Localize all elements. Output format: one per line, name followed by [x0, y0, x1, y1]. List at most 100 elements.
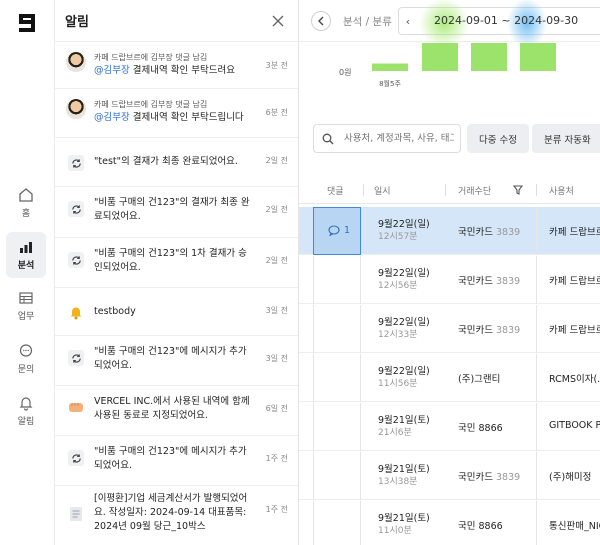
table-row[interactable]: 1 9월22일(일) 12시57분 국민카드 3839 카페 드랍브르 — [299, 207, 600, 255]
table-row[interactable]: 9월22일(일) 11시56분 (주)그랜티 RCMS이자(... — [299, 354, 600, 402]
filter-row: 다중 수정 분류 자동화 — [299, 124, 600, 154]
notification-item[interactable]: "비품 구매의 건123"에 메시지가 추가되었어요. 1주 전 — [55, 436, 298, 486]
reply-cell[interactable] — [313, 403, 361, 451]
table-row[interactable]: 9월22일(일) 12시56분 국민카드 3839 카페 드랍브르 — [299, 256, 600, 304]
sidebar-item-label: 업무 — [17, 312, 35, 322]
logo[interactable] — [14, 10, 40, 36]
merchant-cell: 카페 드랍브르 — [549, 325, 600, 336]
chart-bar[interactable] — [422, 43, 458, 71]
reply-cell[interactable] — [313, 256, 361, 304]
table-row[interactable]: 9월22일(일) 12시33분 국민카드 3839 카페 드랍브르 — [299, 305, 600, 353]
date-text: 9월21일(토) — [378, 513, 430, 524]
search-input[interactable] — [344, 133, 454, 144]
chevron-left-icon[interactable]: ‹ — [399, 15, 417, 28]
notification-time: 2일 전 — [265, 205, 288, 214]
bell-icon — [19, 397, 33, 411]
date-text: 9월22일(일) — [378, 268, 430, 279]
card-number: 3839 — [496, 227, 521, 238]
chat-icon — [19, 344, 33, 357]
notifications-header: 알림 — [55, 0, 298, 42]
back-button[interactable] — [311, 11, 331, 31]
sidebar-item-inquiry[interactable]: 문의 — [6, 336, 46, 382]
notification-item[interactable]: testbody 3일 전 — [55, 288, 298, 336]
auto-classify-button[interactable]: 분류 자동화 — [532, 124, 600, 153]
time-text: 13시38분 — [378, 477, 418, 487]
column-header-date[interactable]: 일시 — [374, 184, 391, 197]
sidebar-item-label: 분석 — [17, 261, 35, 271]
filter-icon[interactable] — [513, 185, 523, 195]
sync-icon — [71, 158, 81, 168]
notifications-title: 알림 — [65, 15, 89, 30]
topbar: 분석 / 분류 ‹ 2024-09-01 ~ 2024-09-30 — [299, 0, 600, 48]
date-cell: 9월22일(일) 12시33분 — [378, 316, 430, 342]
reply-cell[interactable] — [313, 305, 361, 353]
reply-cell[interactable] — [313, 354, 361, 402]
notification-item[interactable]: "비품 구매의 건123"의 결재가 최종 완료되었어요. 2일 전 — [55, 187, 298, 238]
notification-time: 6일 전 — [265, 404, 288, 413]
notification-text: "비품 구매의 건123"에 메시지가 추가되었어요. — [94, 446, 247, 471]
notification-item[interactable]: "비품 구매의 건123"에 메시지가 추가되었어요. 3일 전 — [55, 336, 298, 386]
column-header-reply[interactable]: 댓글 — [327, 184, 344, 197]
notification-item[interactable]: "비품 구매의 건123"의 1차 결재가 승인되었어요. 2일 전 — [55, 238, 298, 288]
notifications-panel: 알림 카페 드랍브르에 김부장 댓글 남김 @김부장 결제내역 확인 부탁드려요… — [55, 0, 299, 545]
table-row[interactable]: 9월21일(토) 21시6분 국민 8866 GITBOOK PTE — [299, 403, 600, 451]
date-range-picker[interactable]: ‹ 2024-09-01 ~ 2024-09-30 — [398, 0, 600, 48]
time-text: 12시57분 — [378, 232, 418, 242]
chart-bar[interactable] — [471, 43, 507, 71]
bell-icon — [70, 307, 82, 320]
breadcrumb[interactable]: 분석 / 분류 — [343, 14, 392, 29]
merchant-cell: 통신판매_NICE — [549, 521, 600, 532]
column-header-merchant[interactable]: 사용처 — [549, 184, 574, 197]
notification-item[interactable]: [이평환]기업 세금계산서가 발행되었어요. 작성일자: 2024-09-14 … — [55, 486, 298, 545]
reply-cell[interactable] — [313, 501, 361, 545]
comment-icon — [328, 225, 340, 236]
notification-item[interactable]: 카페 드랍브르에 김부장 댓글 남김 @김부장 결제내역 확인 부탁드려요 3분… — [55, 42, 298, 89]
avatar — [66, 52, 86, 72]
sync-icon — [71, 353, 81, 363]
date-text: 9월21일(토) — [378, 464, 430, 475]
notification-time: 3일 전 — [265, 306, 288, 315]
date-cell: 9월21일(토) 21시6분 — [378, 414, 430, 440]
notification-text: "비품 구매의 건123"에 메시지가 추가되었어요. — [94, 346, 247, 371]
notification-item[interactable]: 카페 드랍브르에 김부장 댓글 남김 @김부장 결제내역 확인 부탁드립니다 6… — [55, 89, 298, 138]
date-cell: 9월21일(토) 13시38분 — [378, 463, 430, 489]
card-number: 3839 — [496, 325, 521, 336]
notification-item[interactable]: VERCEL INC.에서 사용된 내역에 함께 사용된 동료로 지정되었어요.… — [55, 386, 298, 436]
date-text: 9월22일(일) — [378, 219, 430, 230]
sidebar-item-label: 문의 — [17, 365, 35, 375]
x-tick-label: 8월5주 — [379, 79, 401, 88]
method-cell: 국민카드 3839 — [458, 322, 520, 336]
merchant-cell: RCMS이자(... — [549, 374, 600, 385]
close-icon[interactable] — [270, 13, 286, 29]
method-text: (주)그랜티 — [458, 374, 501, 385]
notification-subtitle: 카페 드랍브르에 김부장 댓글 남김 — [94, 100, 208, 109]
search-box[interactable] — [313, 124, 461, 153]
multi-edit-button[interactable]: 다중 수정 — [467, 124, 529, 153]
notification-time: 1주 전 — [265, 454, 288, 463]
mention[interactable]: @김부장 — [94, 65, 130, 76]
notification-subtitle: 카페 드랍브르에 김부장 댓글 남김 — [94, 53, 208, 62]
notification-text: testbody — [94, 306, 136, 317]
bar-chart: 0원 8월5주 — [339, 43, 556, 88]
table-row[interactable]: 9월21일(토) 11시0분 국민 8866 통신판매_NICE — [299, 501, 600, 545]
column-header-method[interactable]: 거래수단 — [458, 184, 491, 197]
reply-cell[interactable] — [313, 452, 361, 500]
sync-icon — [71, 255, 81, 265]
sidebar-item-home[interactable]: 홈 — [6, 180, 46, 226]
sidebar-item-alerts[interactable]: 알림 — [6, 388, 46, 434]
date-cell: 9월22일(일) 11시56분 — [378, 365, 430, 391]
date-cell: 9월22일(일) 12시57분 — [378, 218, 430, 244]
mention[interactable]: @김부장 — [94, 112, 130, 123]
left-rail: 홈 분석 업무 문의 알림 — [0, 0, 55, 545]
table-row[interactable]: 9월21일(토) 13시38분 국민카드 3839 (주)해미정 — [299, 452, 600, 500]
date-range-text: 2024-09-01 ~ 2024-09-30 — [434, 14, 579, 27]
sidebar-item-analysis[interactable]: 분석 — [6, 232, 46, 278]
sync-icon — [71, 453, 81, 463]
notification-item[interactable]: "test"의 결재가 최종 완료되었어요. 2일 전 — [55, 138, 298, 187]
chart-bar[interactable] — [372, 63, 408, 71]
sidebar-item-work[interactable]: 업무 — [6, 283, 46, 329]
reply-cell[interactable]: 1 — [313, 207, 361, 255]
method-text: 국민카드 — [458, 325, 493, 336]
chart-bar[interactable] — [520, 43, 556, 71]
method-cell: 국민 8866 — [458, 420, 503, 434]
